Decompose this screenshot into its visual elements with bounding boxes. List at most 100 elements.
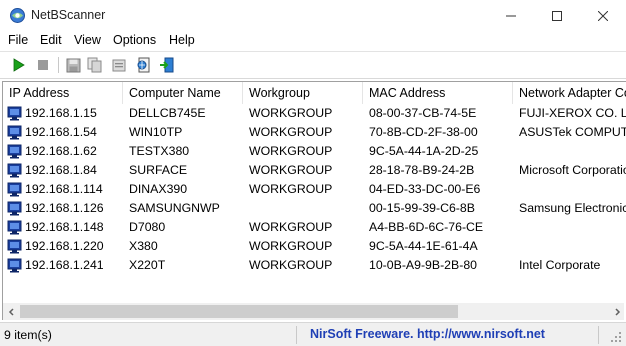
item-count: 9 item(s): [4, 328, 52, 342]
cell-workgroup: WORKGROUP: [249, 220, 333, 234]
table-row[interactable]: 192.168.1.148 D7080 WORKGROUP A4-BB-6D-6C-7…: [3, 218, 626, 237]
cell-mac-address: 9C-5A-44-1A-2D-25: [369, 144, 479, 158]
cell-workgroup: WORKGROUP: [249, 106, 333, 120]
properties-icon: [112, 59, 126, 72]
horizontal-scrollbar[interactable]: [2, 303, 624, 320]
cell-adapter-company: [519, 218, 626, 237]
status-bar: 9 item(s) NirSoft Freeware. http://www.n…: [0, 322, 626, 346]
menu-file[interactable]: File: [8, 33, 28, 47]
cell-ip-address: 192.168.1.220: [25, 239, 104, 253]
maximize-icon: [552, 10, 562, 21]
results-list[interactable]: IP Address Computer Name Workgroup MAC A…: [2, 81, 626, 303]
computer-icon: [7, 239, 22, 254]
cell-ip-address: 192.168.1.84: [25, 163, 97, 177]
table-row[interactable]: 192.168.1.241 X220T WORKGROUP 10-0B-A9-9B-2…: [3, 256, 626, 275]
maximize-button[interactable]: [534, 0, 580, 31]
netbscanner-app-icon: [10, 8, 25, 23]
cell-adapter-company: Microsoft Corporation: [519, 163, 626, 177]
menu-view[interactable]: View: [74, 33, 101, 47]
cell-mac-address: 9C-5A-44-1E-61-4A: [369, 239, 478, 253]
computer-icon: [7, 163, 22, 178]
cell-computer-name: X220T: [129, 258, 166, 272]
stop-icon: [38, 60, 48, 70]
column-adapter-company[interactable]: Network Adapter Company: [513, 82, 626, 104]
cell-workgroup: WORKGROUP: [249, 125, 333, 139]
close-icon: [598, 10, 608, 21]
cell-workgroup: [249, 199, 363, 218]
chevron-left-icon: [8, 307, 14, 316]
cell-adapter-company: Intel Corporate: [519, 258, 601, 272]
cell-mac-address: 28-18-78-B9-24-2B: [369, 163, 475, 177]
menu-help[interactable]: Help: [169, 33, 195, 47]
cell-computer-name: SURFACE: [129, 163, 188, 177]
cell-adapter-company: [519, 180, 626, 199]
cell-ip-address: 192.168.1.241: [25, 258, 104, 272]
cell-mac-address: 04-ED-33-DC-00-E6: [369, 182, 481, 196]
computer-icon: [7, 182, 22, 197]
scroll-left-button[interactable]: [3, 303, 20, 320]
scroll-right-button[interactable]: [608, 303, 625, 320]
cell-adapter-company: ASUSTek COMPUTER INC.: [519, 125, 626, 139]
start-scan-button[interactable]: [10, 56, 28, 74]
save-button[interactable]: [64, 56, 82, 74]
minimize-icon: [506, 15, 516, 16]
table-row[interactable]: 192.168.1.15 DELLCB745E WORKGROUP 08-00-37-…: [3, 104, 626, 123]
close-button[interactable]: [580, 0, 626, 31]
table-row[interactable]: 192.168.1.114 DINAX390 WORKGROUP 04-ED-33-D…: [3, 180, 626, 199]
resize-grip-icon[interactable]: [610, 331, 622, 343]
menu-options[interactable]: Options: [113, 33, 156, 47]
cell-adapter-company: Samsung Electronics Co.,Ltd: [519, 201, 626, 215]
scroll-thumb[interactable]: [20, 305, 458, 318]
computer-icon: [7, 258, 22, 273]
computer-icon: [7, 106, 22, 121]
cell-computer-name: WIN10TP: [129, 125, 183, 139]
minimize-button[interactable]: [488, 0, 534, 31]
exit-button[interactable]: [158, 56, 176, 74]
status-divider: [598, 326, 599, 344]
cell-workgroup: WORKGROUP: [249, 144, 333, 158]
stop-scan-button[interactable]: [34, 56, 52, 74]
column-mac-address[interactable]: MAC Address: [363, 82, 513, 104]
cell-mac-address: A4-BB-6D-6C-76-CE: [369, 220, 484, 234]
table-row[interactable]: 192.168.1.220 X380 WORKGROUP 9C-5A-44-1E-61…: [3, 237, 626, 256]
copy-button[interactable]: [86, 56, 104, 74]
menu-edit[interactable]: Edit: [40, 33, 62, 47]
column-computer-name[interactable]: Computer Name: [123, 82, 243, 104]
cell-adapter-company: FUJI-XEROX CO. LTD.: [519, 106, 626, 120]
cell-ip-address: 192.168.1.62: [25, 144, 97, 158]
cell-workgroup: WORKGROUP: [249, 239, 333, 253]
cell-workgroup: WORKGROUP: [249, 258, 333, 272]
computer-icon: [7, 144, 22, 159]
table-row[interactable]: 192.168.1.84 SURFACE WORKGROUP 28-18-78-B9-…: [3, 161, 626, 180]
properties-button[interactable]: [110, 56, 128, 74]
table-row[interactable]: 192.168.1.62 TESTX380 WORKGROUP 9C-5A-44-1A…: [3, 142, 626, 161]
table-row[interactable]: 192.168.1.54 WIN10TP WORKGROUP 70-8B-CD-2F-…: [3, 123, 626, 142]
html-report-button[interactable]: [135, 56, 153, 74]
html-report-icon: [137, 57, 150, 73]
cell-mac-address: 00-15-99-39-C6-8B: [369, 201, 475, 215]
nirsoft-link[interactable]: NirSoft Freeware. http://www.nirsoft.net: [310, 327, 545, 341]
cell-computer-name: SAMSUNGNWP: [129, 201, 220, 215]
cell-computer-name: X380: [129, 239, 158, 253]
toolbar-separator: [58, 57, 59, 73]
cell-ip-address: 192.168.1.114: [25, 182, 103, 196]
save-icon: [66, 58, 80, 72]
table-row[interactable]: 192.168.1.126 SAMSUNGNWP 00-15-99-39-C6-8B…: [3, 199, 626, 218]
cell-computer-name: DINAX390: [129, 182, 188, 196]
exit-icon: [160, 57, 174, 73]
toolbar: [0, 51, 626, 79]
menu-bar: File Edit View Options Help: [0, 31, 626, 51]
column-ip-address[interactable]: IP Address: [3, 82, 123, 104]
column-workgroup[interactable]: Workgroup: [243, 82, 363, 104]
start-icon: [13, 58, 25, 72]
cell-ip-address: 192.168.1.126: [25, 201, 104, 215]
computer-icon: [7, 125, 22, 140]
title-bar: NetBScanner: [0, 0, 626, 31]
cell-ip-address: 192.168.1.54: [25, 125, 97, 139]
computer-icon: [7, 201, 22, 216]
cell-computer-name: TESTX380: [129, 144, 190, 158]
cell-workgroup: WORKGROUP: [249, 163, 333, 177]
cell-ip-address: 192.168.1.148: [25, 220, 104, 234]
status-divider: [296, 326, 297, 344]
cell-adapter-company: [519, 237, 626, 256]
